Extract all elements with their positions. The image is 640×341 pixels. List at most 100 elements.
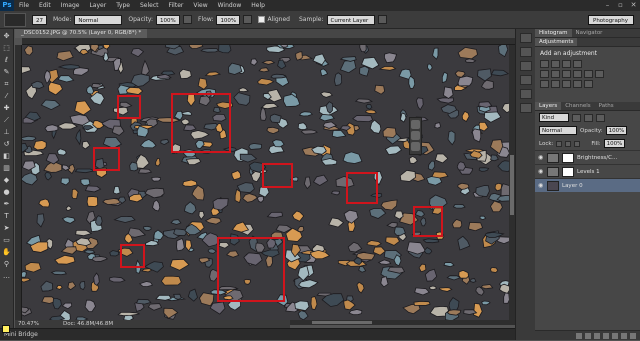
channel-mixer-icon[interactable] [595, 70, 604, 78]
aligned-checkbox[interactable] [258, 16, 266, 23]
lock-all-icon[interactable] [574, 140, 581, 147]
float-tool-1-icon[interactable] [411, 120, 420, 129]
layer-row-brightness[interactable]: ◉ Brightness/C... [535, 150, 640, 164]
layer-mask-thumbnail[interactable] [562, 166, 574, 177]
quick-select-tool-icon[interactable]: ✎ [2, 67, 12, 77]
menu-window[interactable]: Window [213, 0, 247, 11]
pressure-opacity-icon[interactable] [183, 15, 193, 24]
photo-filter-icon[interactable] [584, 70, 593, 78]
lock-pixels-icon[interactable] [556, 140, 563, 147]
restore-button[interactable]: ▫ [614, 0, 627, 11]
minimize-button[interactable]: – [601, 0, 614, 11]
delete-layer-icon[interactable] [630, 332, 636, 339]
threshold-icon[interactable] [562, 80, 571, 88]
dodge-tool-icon[interactable]: ● [2, 187, 12, 197]
layer-mask-thumbnail[interactable] [562, 152, 574, 163]
tab-adjustments[interactable]: Adjustments [535, 38, 578, 46]
character-panel-icon[interactable] [519, 75, 532, 85]
menu-file[interactable]: File [14, 0, 34, 11]
brush-panel-icon[interactable] [519, 61, 532, 71]
document-canvas[interactable] [22, 45, 515, 320]
selective-color-icon[interactable] [573, 80, 582, 88]
levels-icon[interactable] [551, 60, 560, 68]
marquee-tool-icon[interactable]: ⬚ [2, 43, 12, 53]
history-panel-icon[interactable] [519, 33, 532, 43]
float-tool-2-icon[interactable] [411, 131, 420, 140]
history-brush-tool-icon[interactable]: ↺ [2, 139, 12, 149]
link-layers-icon[interactable] [576, 332, 582, 339]
layer-row-layer0[interactable]: ◉ Layer 0 [535, 178, 640, 192]
visibility-eye-icon[interactable]: ◉ [538, 169, 544, 175]
mini-bridge-tab[interactable]: Mini Bridge [0, 328, 515, 340]
hand-tool-icon[interactable]: ✋ [2, 247, 12, 257]
color-balance-icon[interactable] [562, 70, 571, 78]
exposure-icon[interactable] [573, 60, 582, 68]
filter-pixel-icon[interactable] [572, 113, 581, 122]
type-tool-icon[interactable]: T [2, 211, 12, 221]
crop-tool-icon[interactable]: ⌗ [2, 79, 12, 89]
menu-edit[interactable]: Edit [34, 0, 56, 11]
path-select-tool-icon[interactable]: ➤ [2, 223, 12, 233]
shape-tool-icon[interactable]: ▭ [2, 235, 12, 245]
layer-opacity-field[interactable]: 100% [605, 126, 628, 135]
hue-saturation-icon[interactable] [551, 70, 560, 78]
filter-type-icon[interactable] [596, 113, 605, 122]
paragraph-panel-icon[interactable] [519, 89, 532, 99]
zoom-level[interactable]: 70.47% [15, 321, 55, 327]
blend-mode-select[interactable]: Normal [539, 126, 577, 135]
eraser-tool-icon[interactable]: ◧ [2, 151, 12, 161]
vertical-scroll-thumb[interactable] [510, 155, 514, 215]
mode-select[interactable]: Normal [74, 14, 123, 25]
clone-source-panel-icon[interactable] [519, 103, 532, 113]
lasso-tool-icon[interactable]: ℓ [2, 55, 12, 65]
vibrance-icon[interactable] [540, 70, 549, 78]
new-adjustment-icon[interactable] [603, 332, 609, 339]
sample-select[interactable]: Current Layer [326, 14, 375, 25]
kind-filter-select[interactable]: Kind [539, 113, 569, 122]
layer-style-icon[interactable] [585, 332, 591, 339]
visibility-eye-icon[interactable]: ◉ [538, 155, 544, 161]
add-mask-icon[interactable] [594, 332, 600, 339]
new-group-icon[interactable] [612, 332, 618, 339]
gradient-map-icon[interactable] [584, 80, 593, 88]
tab-navigator[interactable]: Navigator [572, 29, 607, 37]
float-tool-3-icon[interactable] [411, 142, 420, 151]
eyedropper-tool-icon[interactable]: ⁄ [2, 91, 12, 101]
menu-layer[interactable]: Layer [84, 0, 111, 11]
menu-image[interactable]: Image [56, 0, 85, 11]
visibility-eye-icon[interactable]: ◉ [538, 183, 544, 189]
brush-size-field[interactable]: 27 [32, 14, 47, 25]
fill-field[interactable]: 100% [603, 139, 626, 148]
brush-tool-icon[interactable]: ⟋ [2, 115, 12, 125]
move-tool-icon[interactable]: ✥ [2, 31, 12, 41]
close-button[interactable]: ✕ [627, 0, 640, 11]
tab-histogram[interactable]: Histogram [535, 29, 572, 37]
brightness-icon[interactable] [540, 60, 549, 68]
clone-stamp-tool-icon[interactable]: ⊥ [2, 127, 12, 137]
posterize-icon[interactable] [551, 80, 560, 88]
flow-field[interactable]: 100% [216, 14, 241, 25]
tool-preset-picker[interactable] [4, 12, 26, 27]
foreground-color-swatch[interactable] [2, 325, 10, 333]
airbrush-icon[interactable] [243, 15, 253, 24]
layer-name[interactable]: Layer 0 [562, 183, 583, 189]
filter-adjustment-icon[interactable] [584, 113, 593, 122]
menu-select[interactable]: Select [135, 0, 164, 11]
actions-panel-icon[interactable] [519, 47, 532, 57]
layer-name[interactable]: Brightness/C... [577, 155, 617, 161]
tab-paths[interactable]: Paths [595, 102, 618, 110]
horizontal-scroll-thumb[interactable] [312, 321, 372, 324]
menu-filter[interactable]: Filter [164, 0, 189, 11]
workspace-select[interactable]: Photography [588, 14, 634, 25]
menu-view[interactable]: View [188, 0, 212, 11]
invert-icon[interactable] [540, 80, 549, 88]
black-white-icon[interactable] [573, 70, 582, 78]
edit-toolbar-icon[interactable]: … [2, 271, 12, 281]
blur-tool-icon[interactable]: ◆ [2, 175, 12, 185]
menu-help[interactable]: Help [246, 0, 270, 11]
layer-name[interactable]: Levels 1 [577, 169, 600, 175]
layer-row-levels[interactable]: ◉ Levels 1 [535, 164, 640, 178]
healing-brush-tool-icon[interactable]: ✚ [2, 103, 12, 113]
ignore-adjustment-icon[interactable] [377, 15, 387, 24]
pen-tool-icon[interactable]: ✒ [2, 199, 12, 209]
